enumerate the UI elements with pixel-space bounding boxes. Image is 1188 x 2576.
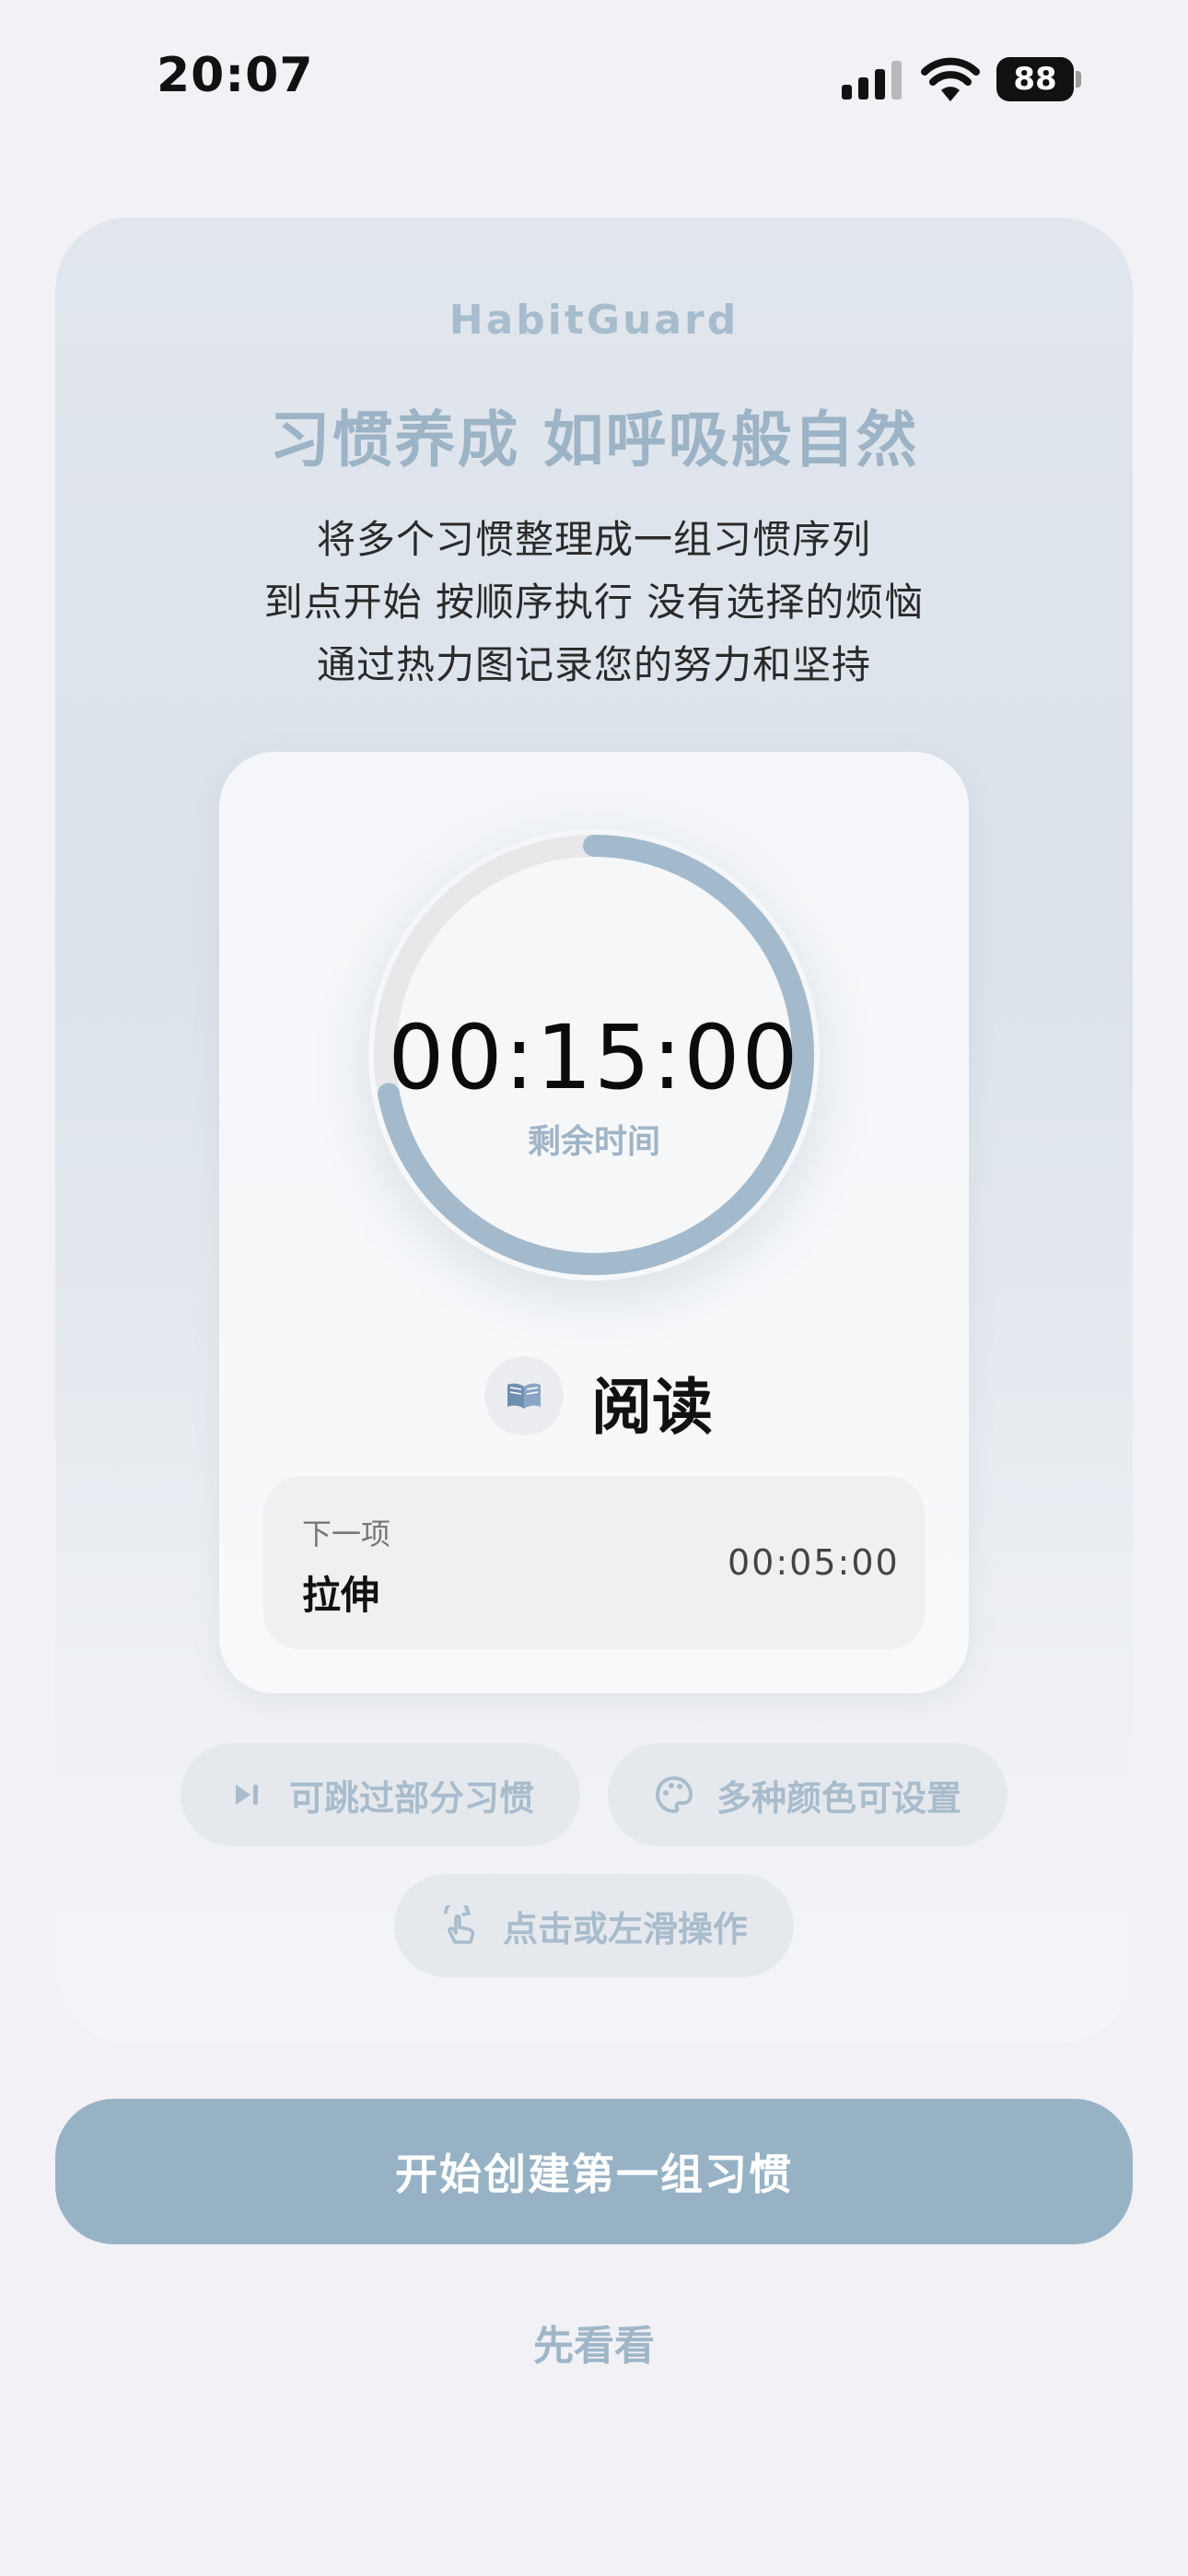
next-habit-duration: 00:05:00 xyxy=(728,1542,900,1583)
browse-first-link[interactable]: 先看看 xyxy=(0,2313,1188,2371)
battery-level: 88 xyxy=(996,57,1074,101)
wifi-icon xyxy=(921,55,980,103)
timer-countdown: 00:15:00 xyxy=(388,1006,800,1109)
feature-label-skip: 可跳过部分习惯 xyxy=(288,1777,534,1819)
skip-icon xyxy=(227,1774,267,1815)
create-first-group-button[interactable]: 开始创建第一组习惯 xyxy=(55,2099,1133,2244)
cellular-signal-icon xyxy=(842,61,903,100)
feature-chip-gestures: 点击或左滑操作 xyxy=(394,1874,794,1977)
tap-swipe-icon xyxy=(440,1905,481,1946)
book-icon xyxy=(484,1356,564,1435)
next-habit-label: 下一项 xyxy=(302,1516,391,1551)
feature-label-colors: 多种颜色可设置 xyxy=(716,1777,961,1819)
status-time: 20:07 xyxy=(157,48,314,103)
remaining-time-label: 剩余时间 xyxy=(527,1123,660,1161)
headline: 习惯养成 如呼吸般自然 xyxy=(269,404,919,475)
palette-icon xyxy=(654,1774,694,1815)
app-name: HabitGuard xyxy=(448,297,740,344)
feature-chip-colors: 多种颜色可设置 xyxy=(608,1743,1007,1846)
description-line-3: 通过热力图记录您的努力和坚持 xyxy=(316,642,871,687)
feature-label-gestures: 点击或左滑操作 xyxy=(502,1908,748,1950)
description-line-1: 将多个习惯整理成一组习惯序列 xyxy=(316,517,871,562)
battery-icon: 88 xyxy=(996,57,1081,101)
description-line-2: 到点开始 按顺序执行 没有选择的烦恼 xyxy=(263,580,925,625)
next-habit-name: 拉伸 xyxy=(302,1573,380,1618)
current-habit-name: 阅读 xyxy=(591,1372,713,1443)
feature-chip-skip: 可跳过部分习惯 xyxy=(181,1743,580,1846)
